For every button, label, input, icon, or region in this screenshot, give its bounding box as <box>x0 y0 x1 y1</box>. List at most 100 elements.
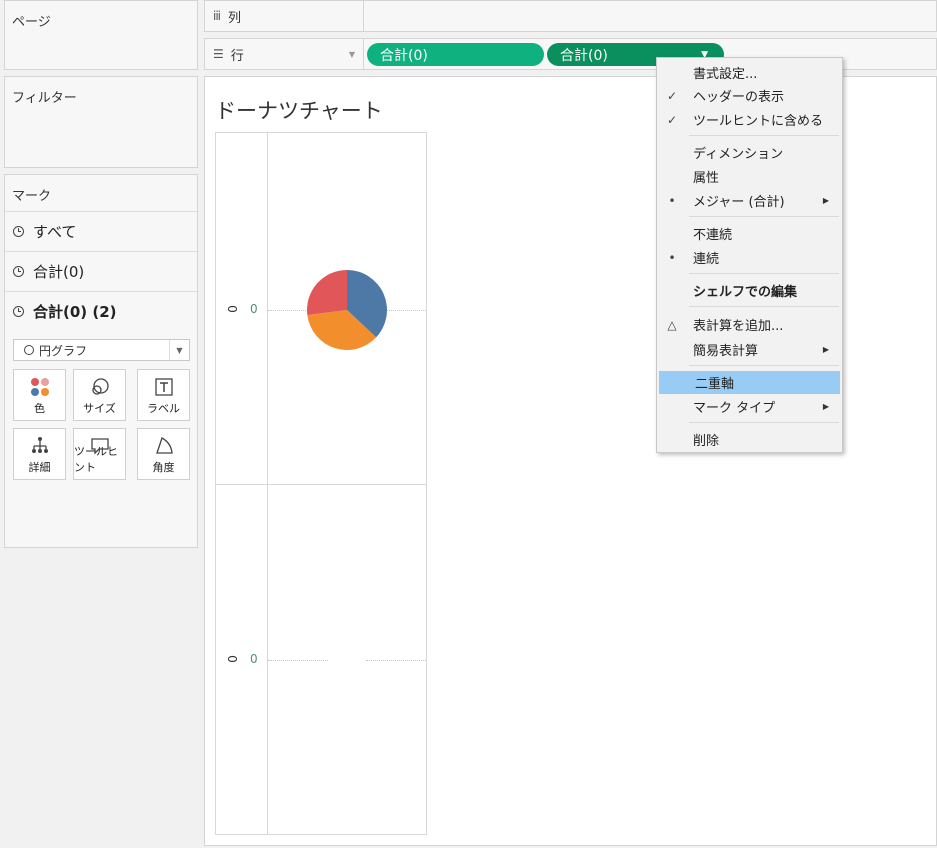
filters-title: フィルター <box>12 91 77 106</box>
submenu-arrow-icon: ▶ <box>822 345 829 354</box>
columns-label-text: 列 <box>228 10 242 26</box>
tooltip-icon <box>90 438 109 455</box>
hierarchy-icon <box>31 437 48 453</box>
columns-shelf-label: iii 列 <box>205 1 364 31</box>
axis-header-top[interactable]: 0 <box>225 305 239 313</box>
menu-separator <box>689 422 839 423</box>
angle-icon <box>155 437 173 454</box>
angle-label: 角度 <box>152 461 175 474</box>
rows-label-text: 行 <box>230 48 244 64</box>
menu-item-label: 簡易表計算 <box>693 344 759 359</box>
menu-item-discrete[interactable]: 不連続 <box>657 222 842 245</box>
chevron-down-icon[interactable]: ▼ <box>169 340 189 360</box>
menu-item-label: 不連続 <box>693 228 733 243</box>
menu-item-label: 書式設定... <box>693 67 758 82</box>
marks-panel: マーク すべて 合計(0) 合計(0) (2) 円グラフ ▼ 色 サイズ ラベル… <box>4 174 198 548</box>
rows-shelf-label: ☰ 行 ▼ <box>205 39 364 69</box>
marks-title: マーク <box>12 189 52 204</box>
bullet-icon: • <box>668 250 676 265</box>
marks-row-sum0[interactable]: 合計(0) <box>5 251 197 291</box>
pie-mark-icon <box>13 226 24 237</box>
menu-item-dual-axis[interactable]: 二重軸 <box>659 371 840 394</box>
filters-panel[interactable]: フィルター <box>4 76 198 168</box>
color-icon <box>30 378 49 396</box>
pie-mark-icon <box>13 266 24 277</box>
label-button[interactable]: ラベル <box>137 369 190 421</box>
menu-item-mark-type[interactable]: マーク タイプ ▶ <box>657 395 842 418</box>
pill-label: 合計(0) <box>560 47 608 64</box>
pie-mark-icon <box>24 345 34 355</box>
marks-row-label: 合計(0) <box>33 263 85 281</box>
check-icon: ✓ <box>666 112 678 127</box>
menu-item-label: ツールヒントに含める <box>693 114 824 129</box>
menu-item-quick-table-calc[interactable]: 簡易表計算 ▶ <box>657 338 842 361</box>
mark-type-dropdown[interactable]: 円グラフ ▼ <box>13 339 190 361</box>
menu-item-label: 属性 <box>693 171 720 186</box>
submenu-arrow-icon: ▶ <box>822 402 829 411</box>
size-button[interactable]: サイズ <box>73 369 126 421</box>
zero-line-bottom-left <box>268 660 328 661</box>
marks-row-label: すべて <box>33 223 77 241</box>
menu-item-label: 連続 <box>693 252 720 267</box>
pie-chart[interactable] <box>306 269 388 351</box>
angle-button[interactable]: 角度 <box>137 428 190 480</box>
pill-label: 合計(0) <box>380 47 428 64</box>
pill-context-menu: 書式設定... ✓ ヘッダーの表示 ✓ ツールヒントに含める ディメンション 属性 … <box>656 57 843 453</box>
menu-separator <box>689 306 839 307</box>
menu-item-label: 二重軸 <box>695 377 735 392</box>
sheet-title: ドーナツチャート <box>215 99 383 123</box>
submenu-arrow-icon: ▶ <box>822 196 829 205</box>
pill-sum0-first[interactable]: 合計(0) <box>367 43 544 66</box>
menu-separator <box>689 365 839 366</box>
menu-item-label: シェルフでの編集 <box>693 285 798 300</box>
menu-item-continuous[interactable]: • 連続 <box>657 246 842 269</box>
tooltip-button[interactable]: ツールヒント <box>73 428 126 480</box>
axis-header-bottom[interactable]: 0 <box>225 655 239 663</box>
columns-icon: iii <box>213 9 221 23</box>
pane-separator <box>216 484 426 485</box>
marks-row-all[interactable]: すべて <box>5 211 197 251</box>
menu-item-label: マーク タイプ <box>693 401 776 416</box>
pie-mark-icon <box>13 306 24 317</box>
label-label: ラベル <box>147 402 180 415</box>
menu-item-add-table-calc[interactable]: △ 表計算を追加... <box>657 313 842 336</box>
menu-item-format[interactable]: 書式設定... <box>657 61 842 84</box>
pie-slice[interactable] <box>307 270 347 316</box>
menu-item-dimension[interactable]: ディメンション <box>657 141 842 164</box>
detail-button[interactable]: 詳細 <box>13 428 66 480</box>
marks-row-label: 合計(0) (2) <box>33 303 117 321</box>
menu-separator <box>689 273 839 274</box>
menu-item-measure[interactable]: • メジャー (合計) ▶ <box>657 189 842 212</box>
axis-tick-bottom: 0 <box>250 652 258 666</box>
text-label-icon <box>154 378 173 396</box>
menu-item-attribute[interactable]: 属性 <box>657 165 842 188</box>
menu-separator <box>689 216 839 217</box>
columns-shelf[interactable]: iii 列 <box>204 0 937 32</box>
menu-item-include-tooltip[interactable]: ✓ ツールヒントに含める <box>657 108 842 131</box>
zero-line-bottom-right <box>366 660 426 661</box>
menu-item-label: ヘッダーの表示 <box>693 90 785 105</box>
menu-item-remove[interactable]: 削除 <box>657 428 842 451</box>
menu-item-show-header[interactable]: ✓ ヘッダーの表示 <box>657 84 842 107</box>
delta-icon: △ <box>667 317 677 332</box>
menu-item-edit-shelf[interactable]: シェルフでの編集 <box>657 279 842 302</box>
pages-panel: ページ <box>4 0 198 70</box>
color-label: 色 <box>34 402 45 415</box>
mark-type-value: 円グラフ <box>39 343 88 358</box>
pages-title: ページ <box>12 15 51 30</box>
menu-item-label: メジャー (合計) <box>693 195 785 210</box>
menu-separator <box>689 135 839 136</box>
view-area: 0 0 0 0 <box>215 132 427 835</box>
menu-item-label: ディメンション <box>693 147 784 162</box>
marks-row-sum0-2[interactable]: 合計(0) (2) <box>5 291 197 331</box>
size-icon <box>91 378 109 395</box>
color-button[interactable]: 色 <box>13 369 66 421</box>
bullet-icon: • <box>668 193 676 208</box>
chevron-down-icon[interactable]: ▼ <box>349 50 355 59</box>
rows-icon: ☰ <box>213 47 224 61</box>
detail-label: 詳細 <box>28 461 51 474</box>
menu-item-label: 表計算を追加... <box>693 319 784 334</box>
menu-item-label: 削除 <box>693 434 720 449</box>
size-label: サイズ <box>83 402 116 415</box>
check-icon: ✓ <box>666 88 678 103</box>
